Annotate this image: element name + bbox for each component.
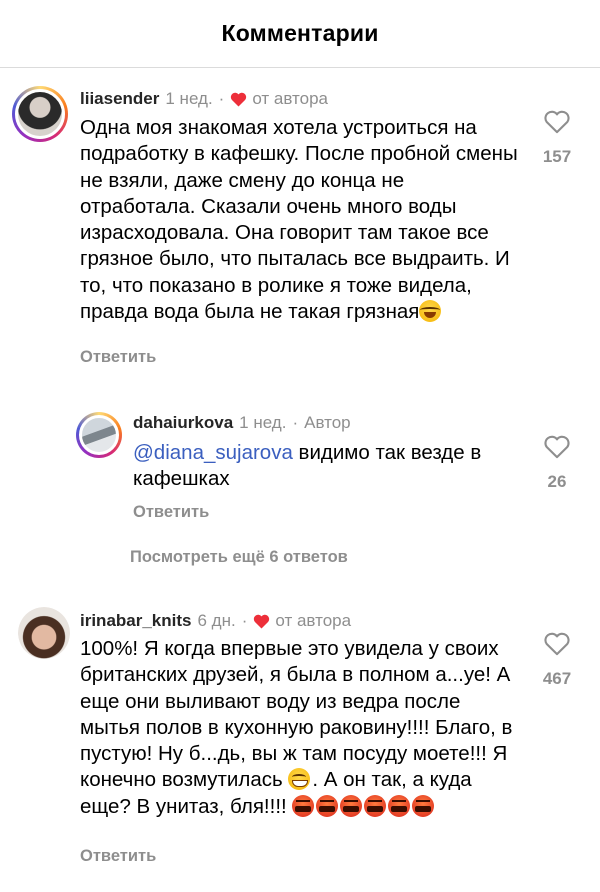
avatar[interactable] [12, 86, 68, 142]
face-with-symbols-emoji [412, 794, 435, 817]
heart-filled-icon [231, 92, 247, 107]
face-with-symbols-emoji [340, 794, 363, 817]
face-with-symbols-emoji [388, 794, 411, 817]
page-title: Комментарии [221, 20, 379, 46]
comment-text: @diana_sujarova видимо так везде в кафеш… [133, 441, 482, 491]
username[interactable]: dahaiurkova [133, 413, 233, 433]
heart-outline-icon [544, 632, 570, 656]
comment-meta: irinabar_knits 6 дн. · от автора [80, 611, 351, 631]
author-liked-badge: от автора [275, 611, 352, 630]
face-with-symbols-emoji [292, 794, 315, 817]
like-button[interactable]: 157 [537, 108, 577, 167]
avatar[interactable] [76, 412, 122, 458]
comment-time: 1 нед. [165, 89, 213, 108]
comment-text: Одна моя знакомая хотела устроиться на п… [80, 116, 518, 324]
comment-time: 6 дн. [197, 611, 236, 630]
face-with-symbols-emoji [316, 794, 339, 817]
heart-outline-icon [544, 110, 570, 134]
heart-filled-icon [254, 614, 270, 629]
heart-outline-icon [544, 435, 570, 459]
comment-time: 1 нед. [239, 413, 287, 432]
like-button[interactable]: 467 [537, 630, 577, 689]
separator-dot: · [292, 413, 299, 432]
reply-button[interactable]: Ответить [80, 847, 156, 866]
reply-button[interactable]: Ответить [133, 503, 209, 522]
tears-of-joy-emoji [419, 300, 442, 323]
reply-button[interactable]: Ответить [80, 348, 156, 367]
like-count: 157 [542, 147, 572, 166]
separator-dot: · [218, 89, 225, 108]
username[interactable]: irinabar_knits [80, 611, 192, 631]
avatar[interactable] [18, 607, 70, 659]
mention-link[interactable]: @diana_sujarova [133, 441, 293, 464]
author-liked-badge: от автора [252, 89, 329, 108]
like-count: 467 [542, 669, 572, 688]
username[interactable]: liiasender [80, 89, 159, 109]
comment-meta: liiasender 1 нед. · от автора [80, 89, 328, 109]
grinning-squinting-emoji [288, 768, 311, 791]
like-count: 26 [547, 472, 567, 491]
comment-text: 100%! Я когда впервые это увидела у свои… [80, 637, 513, 818]
comments-header: Комментарии [0, 0, 600, 68]
comment-meta: dahaiurkova 1 нед. · Автор [133, 413, 351, 433]
face-with-symbols-emoji [364, 794, 387, 817]
separator-dot: · [241, 611, 248, 630]
author-badge: Автор [304, 413, 351, 432]
view-more-replies-button[interactable]: Посмотреть ещё 6 ответов [130, 548, 348, 567]
like-button[interactable]: 26 [537, 433, 577, 492]
